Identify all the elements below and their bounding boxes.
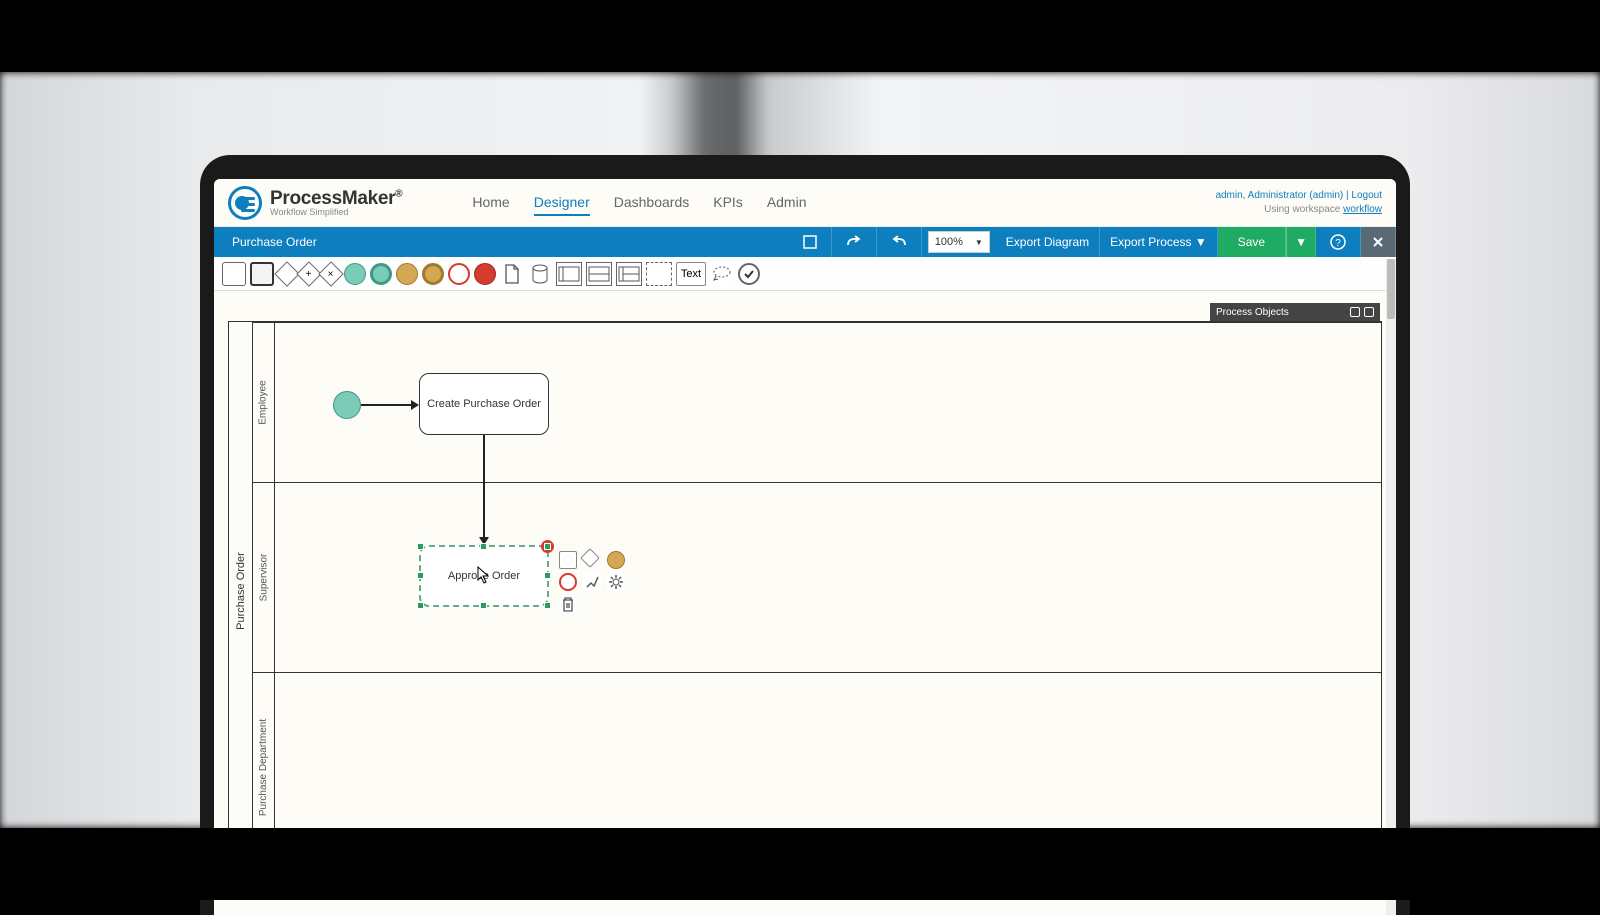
tool-task-selected[interactable] bbox=[250, 262, 274, 286]
resize-handle-sw[interactable] bbox=[417, 602, 424, 609]
start-event[interactable] bbox=[333, 391, 361, 419]
brand: ProcessMaker® Workflow Simplified bbox=[228, 186, 402, 220]
nav-kpis[interactable]: KPIs bbox=[713, 190, 743, 216]
nav-admin[interactable]: Admin bbox=[767, 190, 807, 216]
tool-group[interactable] bbox=[646, 262, 672, 286]
context-menu bbox=[559, 551, 627, 613]
user-info: admin, Administrator (admin) | Logout Us… bbox=[1215, 189, 1382, 217]
brand-name: ProcessMaker® bbox=[270, 189, 402, 208]
tool-task[interactable] bbox=[222, 262, 246, 286]
lane-title-employee: Employee bbox=[253, 323, 275, 482]
mouse-cursor bbox=[477, 566, 491, 584]
resize-handle-e[interactable] bbox=[544, 572, 551, 579]
undo-button[interactable] bbox=[877, 227, 922, 257]
ctx-end-icon[interactable] bbox=[559, 573, 577, 591]
zoom-select[interactable]: 100% bbox=[928, 231, 990, 253]
main-nav: Home Designer Dashboards KPIs Admin bbox=[472, 190, 806, 216]
resize-handle-s[interactable] bbox=[480, 602, 487, 609]
tool-gateway-x[interactable]: × bbox=[318, 261, 343, 286]
tool-intermediate-event-thick[interactable] bbox=[422, 263, 444, 285]
tool-document-icon[interactable] bbox=[500, 262, 524, 286]
letterbox-bottom bbox=[0, 828, 1600, 900]
tool-lane2[interactable] bbox=[616, 262, 642, 286]
tool-pool[interactable] bbox=[556, 262, 582, 286]
ctx-intermediate-icon[interactable] bbox=[607, 551, 625, 569]
resize-handle-nw[interactable] bbox=[417, 543, 424, 550]
laptop-frame: ProcessMaker® Workflow Simplified Home D… bbox=[200, 155, 1410, 915]
tool-lane[interactable] bbox=[586, 262, 612, 286]
panel-minimize-icon[interactable] bbox=[1350, 307, 1360, 317]
tool-intermediate-event[interactable] bbox=[396, 263, 418, 285]
action-bar: Purchase Order 100% Export Diagram Expor… bbox=[214, 227, 1396, 257]
user-line[interactable]: admin, Administrator (admin) | Logout bbox=[1215, 189, 1382, 203]
tool-text[interactable]: Text bbox=[676, 262, 706, 286]
panel-close-icon[interactable] bbox=[1364, 307, 1374, 317]
app-header: ProcessMaker® Workflow Simplified Home D… bbox=[214, 179, 1396, 227]
pool[interactable]: Purchase Order Employee Create Purchase … bbox=[228, 321, 1382, 861]
tool-start-event-thick[interactable] bbox=[370, 263, 392, 285]
help-button[interactable]: ? bbox=[1316, 227, 1361, 257]
shape-toolbar: + × Text bbox=[214, 257, 1396, 291]
logo-icon bbox=[228, 186, 262, 220]
ctx-gateway-icon[interactable] bbox=[580, 548, 600, 568]
nav-designer[interactable]: Designer bbox=[534, 190, 590, 216]
ctx-connect-icon[interactable] bbox=[583, 573, 601, 591]
ctx-delete-icon[interactable] bbox=[559, 595, 577, 613]
export-diagram-button[interactable]: Export Diagram bbox=[996, 227, 1100, 257]
resize-handle-ne[interactable] bbox=[544, 543, 551, 550]
fullscreen-button[interactable] bbox=[789, 227, 832, 257]
vertical-scrollbar[interactable] bbox=[1386, 259, 1396, 915]
ctx-settings-icon[interactable] bbox=[607, 573, 625, 591]
save-button[interactable]: Save bbox=[1218, 227, 1286, 257]
canvas[interactable]: Process Objects Purchase Order Employee … bbox=[214, 291, 1396, 915]
scrollbar-thumb[interactable] bbox=[1387, 259, 1395, 319]
resize-handle-n[interactable] bbox=[480, 543, 487, 550]
lane-title-supervisor: Supervisor bbox=[253, 483, 275, 672]
arrowhead-1 bbox=[411, 400, 419, 410]
tool-start-event[interactable] bbox=[344, 263, 366, 285]
process-objects-panel[interactable]: Process Objects bbox=[1210, 303, 1380, 321]
tool-end-event[interactable] bbox=[448, 263, 470, 285]
tool-check-icon[interactable] bbox=[738, 263, 760, 285]
export-process-button[interactable]: Export Process ▼ bbox=[1100, 227, 1218, 257]
svg-text:?: ? bbox=[1335, 238, 1341, 249]
letterbox-top bbox=[0, 0, 1600, 72]
brand-tagline: Workflow Simplified bbox=[270, 208, 402, 217]
lane-employee[interactable]: Employee Create Purchase Order bbox=[253, 322, 1381, 482]
nav-dashboards[interactable]: Dashboards bbox=[614, 190, 690, 216]
pool-title: Purchase Order bbox=[229, 322, 253, 860]
process-title: Purchase Order bbox=[232, 235, 317, 249]
edge-start-to-create bbox=[361, 404, 413, 406]
close-button[interactable] bbox=[1361, 227, 1396, 257]
lane-supervisor[interactable]: Supervisor Approve Order 1 bbox=[253, 482, 1381, 672]
process-objects-title: Process Objects bbox=[1216, 307, 1289, 318]
ctx-task-icon[interactable] bbox=[559, 551, 577, 569]
workspace-link[interactable]: workflow bbox=[1343, 204, 1382, 215]
screen: ProcessMaker® Workflow Simplified Home D… bbox=[214, 179, 1396, 915]
save-dropdown[interactable]: ▼ bbox=[1286, 227, 1316, 257]
edge-create-to-approve bbox=[483, 435, 485, 539]
nav-home[interactable]: Home bbox=[472, 190, 509, 216]
tool-lasso-icon[interactable] bbox=[710, 262, 734, 286]
resize-handle-se[interactable] bbox=[544, 602, 551, 609]
tool-datastore-icon[interactable] bbox=[528, 262, 552, 286]
workspace-line: Using workspace workflow bbox=[1215, 203, 1382, 217]
redo-button[interactable] bbox=[832, 227, 877, 257]
tool-end-event-fill[interactable] bbox=[474, 263, 496, 285]
task-create-purchase-order[interactable]: Create Purchase Order bbox=[419, 373, 549, 435]
resize-handle-w[interactable] bbox=[417, 572, 424, 579]
